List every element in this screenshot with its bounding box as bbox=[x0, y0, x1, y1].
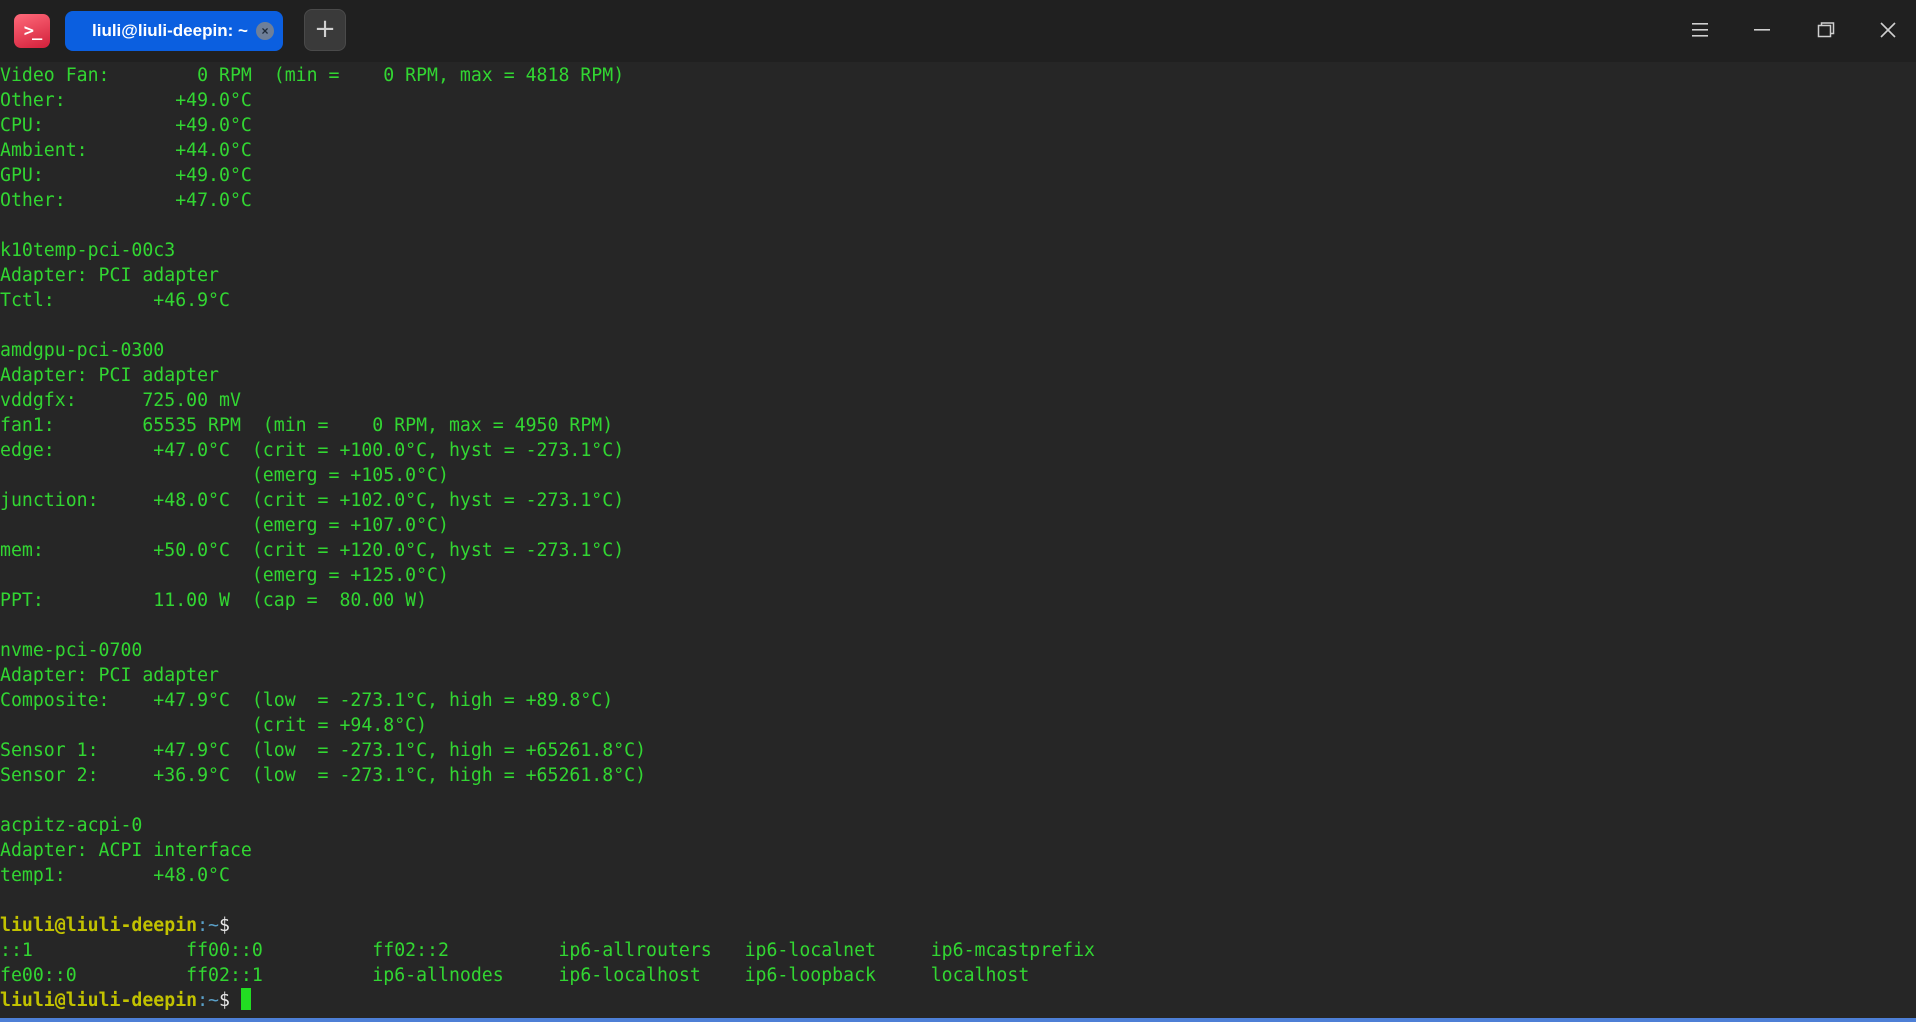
output-line: GPU: +49.0°C bbox=[0, 165, 252, 186]
prompt-symbol: $ bbox=[219, 915, 230, 936]
output-line: Adapter: PCI adapter bbox=[0, 265, 219, 286]
output-line: nvme-pci-0700 bbox=[0, 640, 143, 661]
output-line: fan1: 65535 RPM (min = 0 RPM, max = 4950… bbox=[0, 415, 614, 436]
output-line: acpitz-acpi-0 bbox=[0, 815, 143, 836]
output-line: (emerg = +107.0°C) bbox=[0, 515, 449, 536]
output-line: (emerg = +125.0°C) bbox=[0, 565, 449, 586]
output-line: (crit = +94.8°C) bbox=[0, 715, 428, 736]
output-line: Adapter: PCI adapter bbox=[0, 665, 219, 686]
window-bottom-edge bbox=[0, 1018, 1916, 1022]
output-line: Ambient: +44.0°C bbox=[0, 140, 252, 161]
tab-close-icon[interactable]: × bbox=[256, 22, 274, 40]
text-cursor bbox=[240, 988, 251, 1010]
hamburger-menu-icon[interactable] bbox=[1681, 12, 1719, 50]
output-line: (emerg = +105.0°C) bbox=[0, 465, 449, 486]
terminal-output[interactable]: Video Fan: 0 RPM (min = 0 RPM, max = 481… bbox=[0, 63, 1916, 1018]
output-line: Adapter: ACPI interface bbox=[0, 840, 252, 861]
title-bar: >_ liuli@liuli-deepin: ~ × + bbox=[0, 0, 1916, 62]
output-line: Other: +47.0°C bbox=[0, 190, 252, 211]
close-icon[interactable] bbox=[1869, 12, 1907, 50]
minimize-icon[interactable] bbox=[1743, 12, 1781, 50]
output-line: Video Fan: 0 RPM (min = 0 RPM, max = 481… bbox=[0, 65, 625, 86]
output-line: k10temp-pci-00c3 bbox=[0, 240, 176, 261]
prompt-path: :~ bbox=[197, 915, 220, 936]
output-line: temp1: +48.0°C bbox=[0, 865, 230, 886]
output-line: Adapter: PCI adapter bbox=[0, 365, 219, 386]
output-line: junction: +48.0°C (crit = +102.0°C, hyst… bbox=[0, 490, 625, 511]
shell-prompt: liuli@liuli-deepin:~$ bbox=[0, 913, 230, 938]
output-line: Sensor 2: +36.9°C (low = -273.1°C, high … bbox=[0, 765, 647, 786]
output-line: CPU: +49.0°C bbox=[0, 115, 252, 136]
prompt-symbol: $ bbox=[219, 990, 241, 1011]
prompt-user: liuli@liuli-deepin bbox=[0, 915, 198, 936]
tab-terminal[interactable]: liuli@liuli-deepin: ~ × bbox=[65, 11, 283, 51]
prompt-user: liuli@liuli-deepin bbox=[0, 990, 198, 1011]
output-line: amdgpu-pci-0300 bbox=[0, 340, 165, 361]
ls-output-line: ::1 ff00::0 ff02::2 ip6-allrouters ip6-l… bbox=[0, 940, 1095, 961]
ls-output-line: fe00::0 ff02::1 ip6-allnodes ip6-localho… bbox=[0, 965, 1030, 986]
terminal-window: >_ liuli@liuli-deepin: ~ × + Video Fan: … bbox=[0, 0, 1916, 1022]
output-line: PPT: 11.00 W (cap = 80.00 W) bbox=[0, 590, 428, 611]
new-tab-button[interactable]: + bbox=[304, 9, 346, 51]
output-line: vddgfx: 725.00 mV bbox=[0, 390, 241, 411]
output-line: Tctl: +46.9°C bbox=[0, 290, 230, 311]
output-line: Other: +49.0°C bbox=[0, 90, 252, 111]
output-line: Composite: +47.9°C (low = -273.1°C, high… bbox=[0, 690, 614, 711]
output-line: Sensor 1: +47.9°C (low = -273.1°C, high … bbox=[0, 740, 647, 761]
restore-icon[interactable] bbox=[1807, 12, 1845, 50]
shell-prompt[interactable]: liuli@liuli-deepin:~$ bbox=[0, 988, 251, 1013]
terminal-app-icon[interactable]: >_ bbox=[14, 14, 50, 48]
tab-label: liuli@liuli-deepin: ~ bbox=[92, 21, 248, 40]
output-line: mem: +50.0°C (crit = +120.0°C, hyst = -2… bbox=[0, 540, 625, 561]
prompt-path: :~ bbox=[197, 990, 220, 1011]
output-line: edge: +47.0°C (crit = +100.0°C, hyst = -… bbox=[0, 440, 625, 461]
